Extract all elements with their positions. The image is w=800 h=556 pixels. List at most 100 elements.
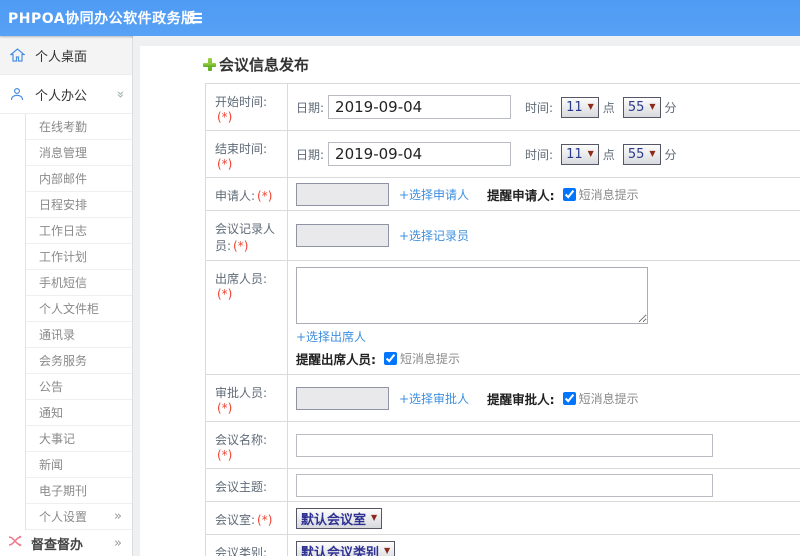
- start-date-input[interactable]: [328, 95, 512, 119]
- row-attendees: 出席人员:(*) +选择出席人 提醒出席人员: 短消息提示: [206, 261, 800, 375]
- sidebar-item-notice[interactable]: 通知: [26, 400, 132, 426]
- required-mark: (*): [257, 189, 273, 203]
- sidebar-item-attendance[interactable]: 在线考勤: [26, 114, 132, 140]
- required-mark: (*): [217, 287, 233, 301]
- hour-unit: 点: [602, 147, 615, 162]
- home-icon: [10, 47, 28, 63]
- sms-hint-label: 短消息提示: [400, 352, 461, 366]
- start-hour-select[interactable]: 11 ▼: [561, 96, 599, 118]
- choose-applicant-link[interactable]: +选择申请人: [399, 186, 469, 203]
- content-card: 会议信息发布 开始时间:(*) 日期: 时间: 11▼ 点 55▼ 分: [140, 46, 800, 556]
- sidebar-item-personal-settings[interactable]: 个人设置 »: [26, 504, 132, 530]
- remind-approver-label: 提醒审批人:: [487, 391, 555, 407]
- field-label: 会议记录人员: (*): [206, 211, 288, 260]
- meeting-room-select[interactable]: 默认会议室 ▼: [296, 507, 383, 529]
- end-date-input[interactable]: [328, 142, 512, 166]
- required-mark: (*): [233, 239, 249, 253]
- sidebar-item-internal-mail[interactable]: 内部邮件: [26, 166, 132, 192]
- row-meeting-name: 会议名称:(*): [206, 422, 800, 469]
- meeting-subject-input[interactable]: [296, 473, 713, 497]
- caret-down-icon: ▼: [587, 149, 594, 158]
- sidebar-item-memorabilia[interactable]: 大事记: [26, 426, 132, 452]
- required-mark: (*): [257, 513, 273, 527]
- hamburger-menu-icon[interactable]: ≡: [188, 7, 204, 29]
- meeting-type-select[interactable]: 默认会议类别 ▼: [296, 540, 396, 556]
- minute-unit: 分: [664, 147, 677, 162]
- sub-item-label: 工作日志: [39, 224, 88, 238]
- field-label: 申请人: (*): [206, 178, 288, 210]
- sidebar-item-schedule[interactable]: 日程安排: [26, 192, 132, 218]
- chevron-right-icon: »: [114, 509, 122, 524]
- field-label: 会议类别:: [206, 535, 288, 556]
- sidebar: 个人桌面 个人办公 » 在线考勤 消息管理 内部邮件 日程安排 工作日志 工作计…: [0, 36, 133, 556]
- sms-hint-label: 短消息提示: [578, 391, 639, 406]
- required-mark: (*): [217, 110, 233, 124]
- time-label: 时间:: [525, 100, 554, 115]
- sub-item-label: 个人文件柜: [39, 302, 100, 316]
- meeting-form: 开始时间:(*) 日期: 时间: 11▼ 点 55▼ 分 结束时间:(*): [205, 83, 800, 556]
- required-mark: (*): [217, 157, 233, 171]
- sidebar-item-work-plan[interactable]: 工作计划: [26, 244, 132, 270]
- sub-item-label: 手机短信: [39, 276, 88, 290]
- row-meeting-room: 会议室: (*) 默认会议室 ▼: [206, 502, 800, 535]
- sidebar-item-conference-service[interactable]: 会务服务: [26, 348, 132, 374]
- sub-item-label: 个人设置: [39, 510, 88, 524]
- approver-input[interactable]: [296, 386, 389, 410]
- row-end-time: 结束时间:(*) 日期: 时间: 11▼ 点 55▼ 分: [206, 131, 800, 178]
- meeting-name-input[interactable]: [296, 433, 713, 457]
- recorder-input[interactable]: [296, 224, 389, 247]
- attendees-sms-checkbox[interactable]: [384, 352, 397, 365]
- caret-down-icon: ▼: [649, 102, 656, 111]
- sidebar-item-news[interactable]: 新闻: [26, 452, 132, 478]
- applicant-input[interactable]: [296, 182, 389, 206]
- main-content: 会议信息发布 开始时间:(*) 日期: 时间: 11▼ 点 55▼ 分: [133, 36, 800, 556]
- date-label: 日期:: [296, 147, 325, 162]
- chevron-right-icon: »: [114, 535, 122, 551]
- field-label: 审批人员:(*): [206, 375, 288, 421]
- sidebar-item-announcement[interactable]: 公告: [26, 374, 132, 400]
- choose-recorder-link[interactable]: +选择记录员: [399, 227, 469, 244]
- sidebar-item-office[interactable]: 个人办公 »: [0, 75, 132, 114]
- end-minute-select[interactable]: 55 ▼: [622, 143, 661, 165]
- user-icon: [10, 86, 28, 102]
- sub-item-label: 消息管理: [39, 146, 88, 160]
- choose-approver-link[interactable]: +选择审批人: [399, 390, 469, 407]
- start-minute-select[interactable]: 55 ▼: [622, 96, 661, 118]
- choose-attendees-link[interactable]: +选择出席人: [296, 328, 366, 345]
- approver-sms-checkbox[interactable]: [562, 391, 576, 405]
- sub-item-label: 新闻: [39, 458, 64, 472]
- sidebar-item-label: 个人桌面: [35, 49, 88, 65]
- sidebar-item-work-log[interactable]: 工作日志: [26, 218, 132, 244]
- sms-hint-label: 短消息提示: [578, 187, 639, 202]
- sub-item-label: 大事记: [39, 432, 76, 446]
- applicant-sms-checkbox[interactable]: [562, 187, 576, 201]
- shuffle-icon: [8, 535, 25, 551]
- app-title: PHPOA协同办公软件政务版: [8, 11, 196, 27]
- minute-unit: 分: [664, 100, 677, 115]
- app-header: PHPOA协同办公软件政务版 ≡: [0, 0, 800, 36]
- sidebar-item-sms[interactable]: 手机短信: [26, 270, 132, 296]
- field-label: 会议主题:: [206, 469, 288, 501]
- sidebar-item-supervision[interactable]: 督查督办 »: [0, 530, 132, 556]
- sidebar-item-e-journal[interactable]: 电子期刊: [26, 478, 132, 504]
- sidebar-item-messages[interactable]: 消息管理: [26, 140, 132, 166]
- page-header: 会议信息发布: [203, 54, 800, 75]
- sidebar-item-file-cabinet[interactable]: 个人文件柜: [26, 296, 132, 322]
- caret-down-icon: ▼: [587, 102, 594, 111]
- chevron-double-down-icon: »: [112, 90, 128, 98]
- caret-down-icon: ▼: [384, 546, 391, 555]
- end-hour-select[interactable]: 11 ▼: [561, 143, 599, 165]
- row-meeting-type: 会议类别: 默认会议类别 ▼: [206, 535, 800, 556]
- sub-item-label: 会务服务: [39, 354, 88, 368]
- hour-unit: 点: [602, 100, 615, 115]
- sidebar-item-label: 督查督办: [31, 537, 84, 553]
- sub-item-label: 电子期刊: [39, 484, 88, 498]
- row-recorder: 会议记录人员: (*) +选择记录员: [206, 211, 800, 261]
- page-title: 会议信息发布: [219, 56, 310, 74]
- row-start-time: 开始时间:(*) 日期: 时间: 11▼ 点 55▼ 分: [206, 84, 800, 131]
- attendees-textarea[interactable]: [296, 267, 648, 324]
- sidebar-item-contacts[interactable]: 通讯录: [26, 322, 132, 348]
- sidebar-item-desktop[interactable]: 个人桌面: [0, 36, 132, 75]
- remind-attendees-label: 提醒出席人员:: [296, 352, 376, 367]
- row-approver: 审批人员:(*) +选择审批人 提醒审批人: 短消息提示: [206, 375, 800, 422]
